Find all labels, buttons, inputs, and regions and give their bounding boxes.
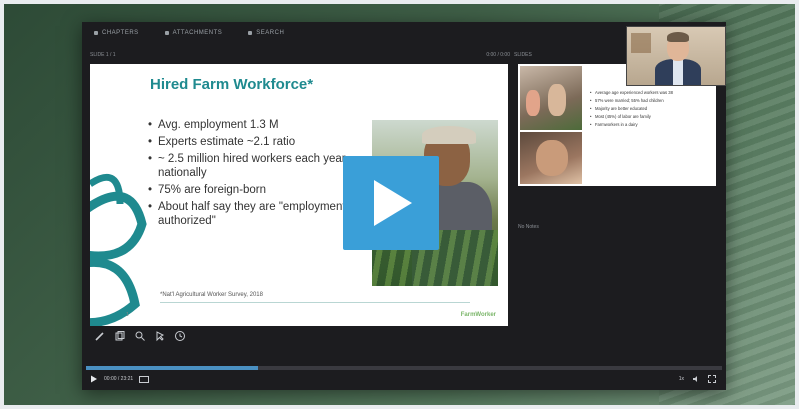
progress-fill — [86, 366, 258, 370]
side-panel: SLIDES Average age experienced workers w… — [514, 52, 722, 352]
list-item: Average age experienced workers was 38 — [590, 90, 710, 95]
presenter-webcam — [626, 26, 726, 86]
thumbnail-portrait — [520, 132, 582, 184]
slide-title: Hired Farm Workforce* — [150, 76, 314, 93]
photo-cap — [422, 126, 476, 144]
slide-bullet-list: Avg. employment 1.3 M Experts estimate ~… — [148, 118, 368, 231]
menu-item-attachments[interactable]: ATTACHMENTS — [164, 30, 223, 36]
slide-number: 1 — [126, 312, 129, 318]
list-item: Farmworkers in a dairy — [590, 122, 710, 127]
pen-icon[interactable] — [94, 330, 106, 342]
slide-footnote: *Nat'l Agricultural Worker Survey, 2018 — [160, 292, 263, 298]
volume-icon[interactable] — [692, 375, 700, 383]
notes-label: No Notes — [518, 224, 539, 230]
slide-header: SLIDE 1 / 1 0:00 / 0:00 — [90, 52, 510, 62]
play-icon — [374, 180, 412, 226]
side-panel-title: SLIDES — [514, 52, 532, 58]
progress-bar[interactable] — [86, 366, 722, 370]
player-controls: 00:00 / 23:21 1x — [82, 366, 726, 390]
video-player: CHAPTERS ATTACHMENTS SEARCH SLIDE 1 / 1 … — [82, 22, 726, 390]
pointer-icon[interactable] — [154, 330, 166, 342]
copy-icon[interactable] — [114, 330, 126, 342]
attachments-icon — [164, 31, 169, 35]
clock-icon[interactable] — [174, 330, 186, 342]
leaf-logo-graphic — [90, 173, 147, 326]
captions-icon[interactable] — [139, 375, 150, 383]
zoom-icon[interactable] — [134, 330, 146, 342]
fullscreen-icon[interactable] — [708, 375, 716, 383]
list-item: Majority are better educated — [590, 106, 710, 111]
playback-speed[interactable]: 1x — [679, 376, 684, 382]
slide-time: 0:00 / 0:00 — [486, 52, 510, 58]
annotation-toolbar — [94, 330, 186, 342]
list-item: About half say they are "employment auth… — [148, 200, 368, 228]
footnote-divider — [160, 302, 470, 303]
controls-left: 00:00 / 23:21 — [90, 375, 150, 383]
menu-item-search[interactable]: SEARCH — [248, 30, 284, 36]
side-bullet-list: Average age experienced workers was 38 5… — [590, 90, 710, 130]
time-display: 00:00 / 23:21 — [104, 376, 134, 382]
slide-footer-logo: FarmWorker — [460, 312, 496, 318]
presentation-slide: Hired Farm Workforce* Avg. employment 1.… — [90, 64, 508, 326]
list-item: 57% were married; 55% had children — [590, 98, 710, 103]
list-item: ~ 2.5 million hired workers each year na… — [148, 152, 368, 180]
list-item: Avg. employment 1.3 M — [148, 118, 368, 132]
chapters-icon — [94, 31, 98, 35]
controls-right: 1x — [679, 375, 716, 383]
thumbnail-photo — [520, 66, 582, 130]
menu-item-chapters[interactable]: CHAPTERS — [94, 30, 139, 36]
list-item: Experts estimate ~2.1 ratio — [148, 135, 368, 149]
list-item: 75% are foreign-born — [148, 183, 368, 197]
slide-counter: SLIDE 1 / 1 — [90, 52, 116, 58]
play-button[interactable] — [343, 156, 439, 250]
search-icon — [248, 31, 253, 35]
play-small-icon[interactable] — [90, 375, 98, 383]
list-item: Most (45%) of labor are family — [590, 114, 710, 119]
